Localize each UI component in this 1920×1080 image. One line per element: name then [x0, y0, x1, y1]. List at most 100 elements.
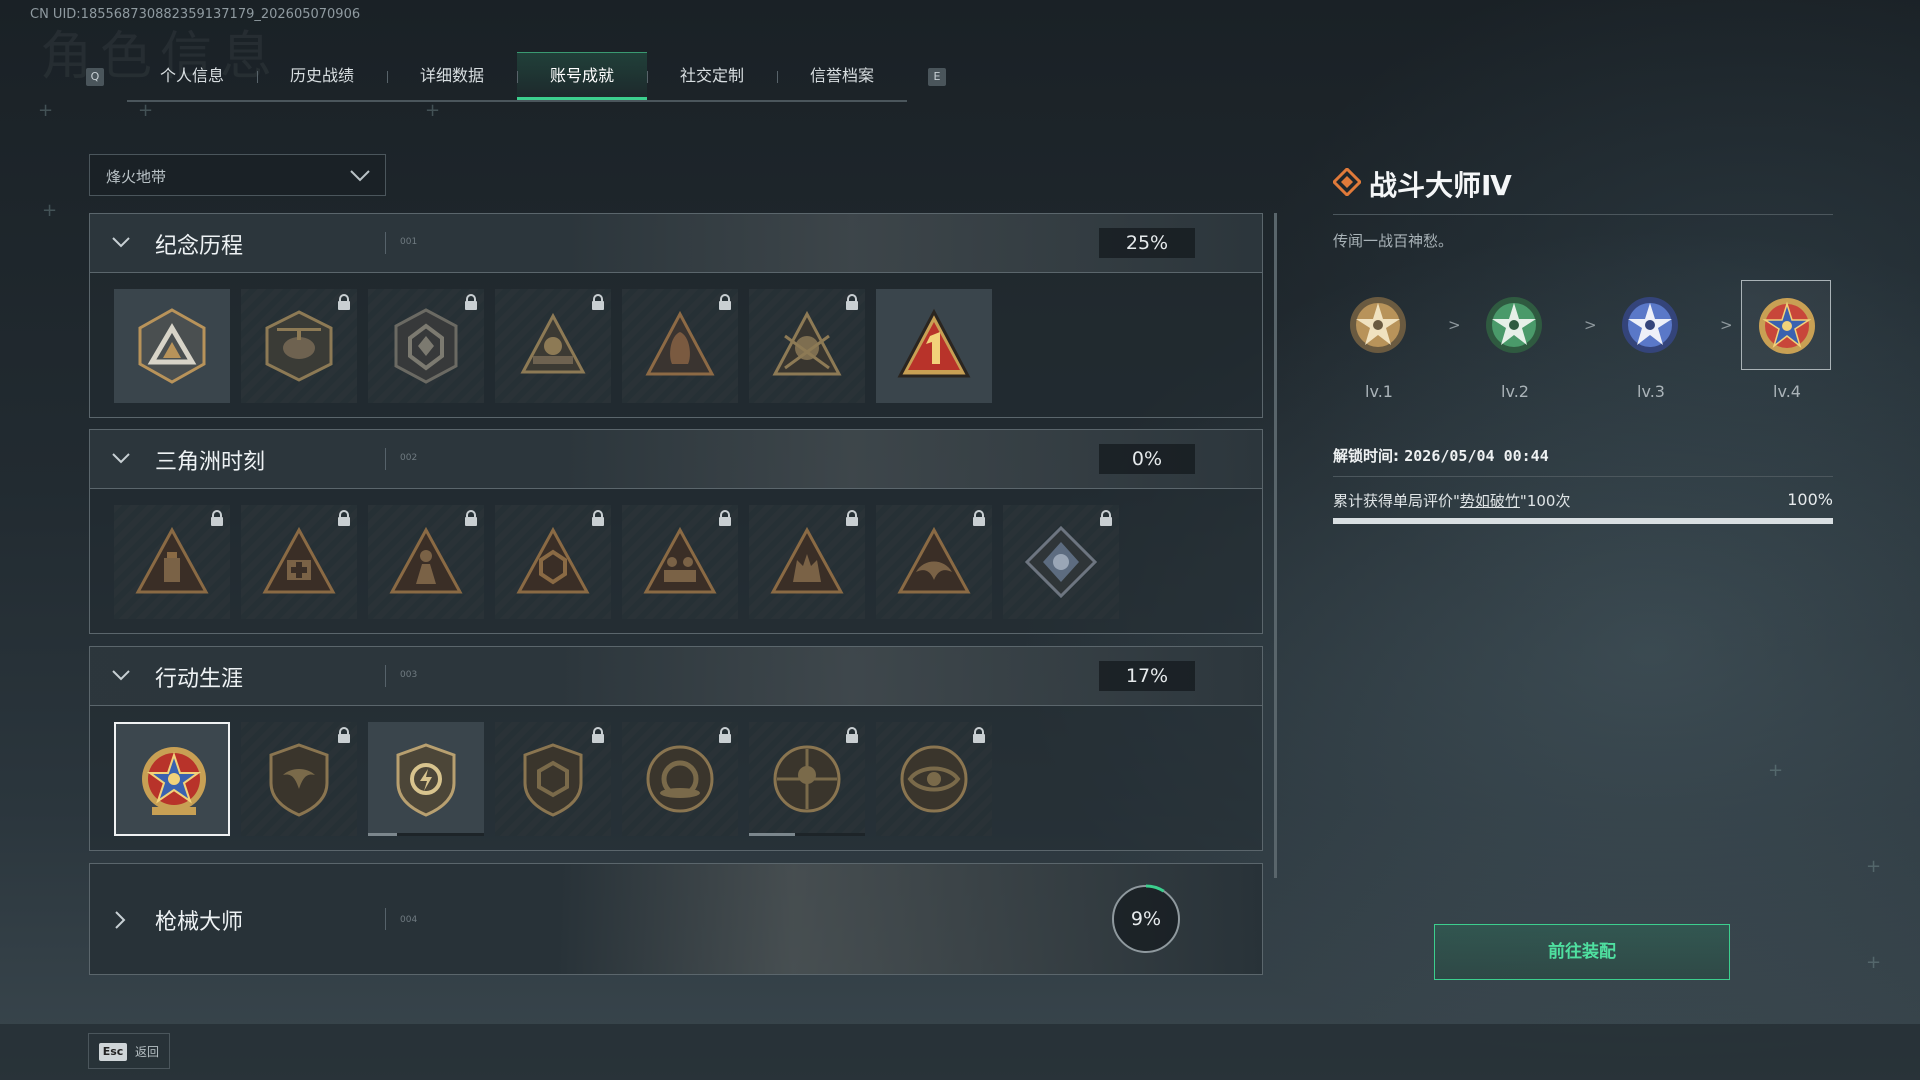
badge-tile[interactable] — [241, 289, 357, 403]
condition-prefix: 累计获得单局评价" — [1333, 492, 1460, 510]
badge-grid — [90, 706, 1262, 846]
badge-tile[interactable] — [241, 505, 357, 619]
tab-social[interactable]: 社交定制 — [647, 52, 777, 100]
lock-icon — [718, 727, 732, 747]
badge-progress-bar — [368, 833, 484, 836]
badge-progress-fill — [368, 833, 397, 836]
badge-progress-fill — [749, 833, 796, 836]
lock-icon — [591, 510, 605, 530]
achievement-description: 传闻一战百神愁。 — [1333, 232, 1454, 250]
squad-emblem-icon — [643, 526, 717, 594]
badge-tile[interactable] — [876, 505, 992, 619]
crosshair-decoration: + — [1866, 856, 1882, 877]
crosshair-decoration: + — [1768, 760, 1784, 781]
badge-tile[interactable] — [749, 505, 865, 619]
section-memorial: 纪念历程 001 25% — [89, 213, 1263, 418]
section-number: 002 — [400, 453, 418, 463]
lock-icon — [972, 510, 986, 530]
list-scrollbar[interactable] — [1274, 213, 1277, 878]
next-tab-key[interactable]: E — [928, 68, 946, 86]
section-header[interactable]: 纪念历程 001 25% — [90, 214, 1262, 273]
badge-tile[interactable] — [114, 289, 230, 403]
condition-progress-bar — [1333, 518, 1833, 524]
lock-icon — [591, 727, 605, 747]
level-label: lv.2 — [1501, 382, 1529, 401]
lock-icon — [464, 510, 478, 530]
section-title: 纪念历程 — [155, 234, 244, 259]
triangle-emblem-icon — [138, 308, 206, 384]
lock-icon — [337, 510, 351, 530]
tab-reputation[interactable]: 信誉档案 — [777, 52, 907, 100]
unlock-time: 解锁时间: 2026/05/04 00:44 — [1333, 445, 1549, 466]
badge-tile[interactable] — [749, 289, 865, 403]
lock-icon — [1099, 510, 1113, 530]
badge-tile[interactable] — [622, 722, 738, 836]
level-progression: lv.1 > lv.2 > lv.3 > lv.4 — [1333, 280, 1833, 410]
badge-tile[interactable] — [622, 289, 738, 403]
badge-tile[interactable] — [368, 505, 484, 619]
footer-bar — [0, 1024, 1920, 1080]
canister-emblem-icon — [135, 526, 209, 594]
crystal-emblem-icon — [1024, 525, 1098, 599]
lock-icon — [718, 294, 732, 314]
soldier-emblem-icon — [520, 312, 586, 374]
crosshair-decoration: + — [425, 100, 441, 121]
tab-personal-info[interactable]: 个人信息 — [127, 52, 257, 100]
lock-icon — [591, 294, 605, 314]
section-title: 枪械大师 — [155, 910, 244, 935]
star-medal-gold-icon — [1759, 298, 1815, 354]
section-header[interactable]: 枪械大师 004 9% — [90, 864, 1262, 974]
medkit-emblem-icon — [262, 526, 336, 594]
level-3[interactable]: lv.3 — [1605, 280, 1697, 401]
diamond-icon — [1331, 166, 1363, 200]
unlock-condition: 累计获得单局评价"势如破竹"100次 — [1333, 490, 1570, 511]
condition-link[interactable]: 势如破竹 — [1460, 492, 1520, 510]
star-medal-blue-icon — [1622, 297, 1678, 353]
crosshair-decoration: + — [138, 100, 154, 121]
badge-tile[interactable] — [114, 505, 230, 619]
back-button[interactable]: Esc 返回 — [88, 1033, 170, 1069]
chevron-right-icon — [112, 909, 128, 935]
badge-tile[interactable] — [876, 289, 992, 403]
section-header[interactable]: 三角洲时刻 002 0% — [90, 430, 1262, 489]
badge-tile-selected[interactable] — [114, 722, 230, 836]
crosshair-decoration: + — [42, 200, 58, 221]
badge-tile[interactable] — [622, 505, 738, 619]
star-medal-green-icon — [1486, 297, 1542, 353]
level-4-current[interactable]: lv.4 — [1741, 280, 1833, 401]
go-equip-button[interactable]: 前往装配 — [1434, 924, 1730, 980]
mode-select-value: 烽火地带 — [106, 168, 167, 186]
section-title: 行动生涯 — [155, 667, 244, 692]
unlock-time-value: 2026/05/04 00:44 — [1404, 447, 1549, 465]
chevron-down-icon — [110, 667, 132, 687]
lock-icon — [845, 510, 859, 530]
section-number: 003 — [400, 670, 418, 680]
tab-achievements[interactable]: 账号成就 — [517, 52, 647, 100]
badge-tile[interactable] — [1003, 505, 1119, 619]
level-label: lv.4 — [1773, 382, 1801, 401]
uid-label: CN UID:18556873088235913717​9_2026050709… — [30, 7, 361, 22]
hooded-emblem-icon — [645, 310, 715, 376]
badge-tile[interactable] — [368, 289, 484, 403]
level-1[interactable]: lv.1 — [1333, 280, 1425, 401]
chevron-down-icon — [110, 450, 132, 470]
badge-tile[interactable] — [876, 722, 992, 836]
section-operation-career: 行动生涯 003 17% — [89, 646, 1263, 851]
badge-tile[interactable] — [749, 722, 865, 836]
badge-tile[interactable] — [495, 722, 611, 836]
lock-icon — [845, 727, 859, 747]
badge-tile[interactable] — [495, 289, 611, 403]
badge-tile[interactable] — [495, 505, 611, 619]
tab-history[interactable]: 历史战绩 — [257, 52, 387, 100]
section-percent: 17% — [1099, 661, 1195, 691]
prev-tab-key[interactable]: Q — [86, 68, 104, 86]
chevron-down-icon — [347, 163, 373, 191]
section-header[interactable]: 行动生涯 003 17% — [90, 647, 1262, 706]
level-2[interactable]: lv.2 — [1469, 280, 1561, 401]
back-label: 返回 — [135, 1045, 160, 1059]
tab-detailed-data[interactable]: 详细数据 — [387, 52, 517, 100]
badge-tile[interactable] — [368, 722, 484, 836]
badge-tile[interactable] — [241, 722, 357, 836]
progress-ring: 9% — [1111, 884, 1181, 954]
mode-select[interactable]: 烽火地带 — [89, 154, 386, 196]
